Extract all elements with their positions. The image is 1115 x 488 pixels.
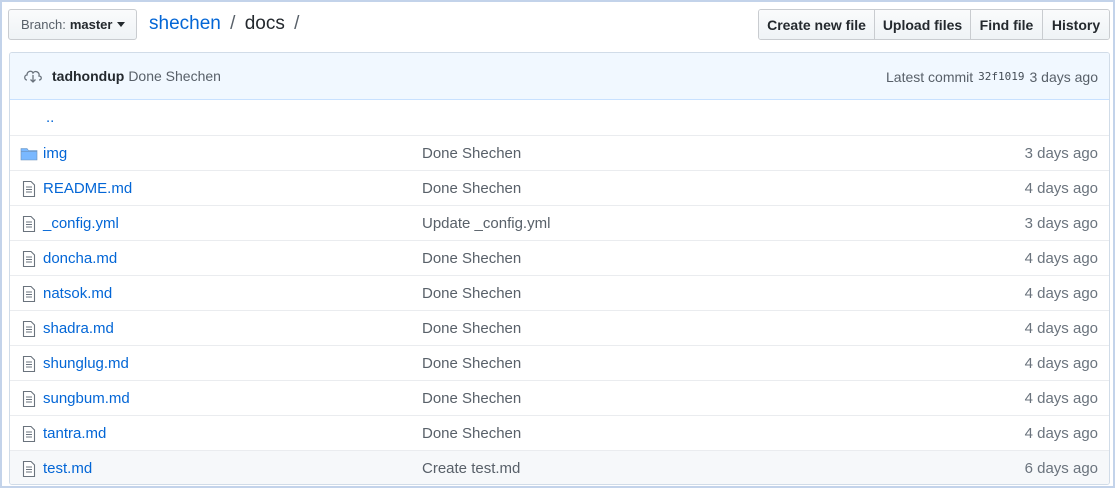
file-actions-group: Create new file Upload files Find file H…: [758, 9, 1110, 40]
parent-directory-link[interactable]: ..: [46, 109, 54, 126]
file-row[interactable]: sungbum.md Done Shechen 4 days ago: [10, 380, 1109, 415]
branch-select-button[interactable]: Branch: master: [8, 9, 137, 40]
file-commit-message-link[interactable]: Done Shechen: [422, 390, 521, 407]
file-name-link[interactable]: shadra.md: [43, 320, 114, 337]
file-text-icon: [20, 460, 38, 478]
page-frame: Branch: master shechen / docs / Create n…: [0, 0, 1115, 488]
breadcrumb-repo-link[interactable]: shechen: [149, 13, 221, 34]
file-name-link[interactable]: doncha.md: [43, 250, 117, 267]
file-text-icon: [20, 390, 38, 408]
file-row[interactable]: img Done Shechen 3 days ago: [10, 135, 1109, 170]
commit-sha-link[interactable]: 32f1019: [978, 70, 1024, 83]
file-table: tadhondup Done Shechen Latest commit 32f…: [9, 52, 1110, 485]
file-commit-message-link[interactable]: Done Shechen: [422, 320, 521, 337]
caret-down-icon: [117, 22, 126, 27]
file-commit-message-link[interactable]: Done Shechen: [422, 285, 521, 302]
file-row[interactable]: test.md Create test.md 6 days ago: [10, 450, 1109, 484]
file-text-icon: [20, 425, 38, 443]
history-button[interactable]: History: [1042, 10, 1109, 39]
file-name-link[interactable]: README.md: [43, 180, 132, 197]
file-commit-message-link[interactable]: Done Shechen: [422, 250, 521, 267]
file-name-link[interactable]: shunglug.md: [43, 355, 129, 372]
file-name-link[interactable]: tantra.md: [43, 425, 106, 442]
file-commit-message-link[interactable]: Done Shechen: [422, 145, 521, 162]
breadcrumb: shechen / docs /: [149, 12, 303, 36]
file-age: 3 days ago: [1024, 144, 1098, 162]
upload-files-button[interactable]: Upload files: [874, 10, 970, 39]
file-commit-message-link[interactable]: Done Shechen: [422, 425, 521, 442]
parent-directory-row[interactable]: ..: [10, 100, 1109, 135]
file-text-icon: [20, 250, 38, 268]
file-age: 3 days ago: [1024, 214, 1098, 232]
branch-label: Branch:: [21, 17, 66, 32]
file-name-link[interactable]: img: [43, 145, 67, 162]
file-row[interactable]: doncha.md Done Shechen 4 days ago: [10, 240, 1109, 275]
file-name-link[interactable]: sungbum.md: [43, 390, 130, 407]
breadcrumb-separator: /: [230, 13, 236, 34]
breadcrumb-current-folder: docs: [244, 13, 285, 34]
file-row[interactable]: shunglug.md Done Shechen 4 days ago: [10, 345, 1109, 380]
file-age: 4 days ago: [1024, 284, 1098, 302]
file-text-icon: [20, 355, 38, 373]
avatar-icon[interactable]: [22, 65, 44, 87]
find-file-button[interactable]: Find file: [970, 10, 1042, 39]
commit-message-link[interactable]: Done Shechen: [128, 68, 221, 84]
file-age: 4 days ago: [1024, 354, 1098, 372]
file-row[interactable]: _config.yml Update _config.yml 3 days ago: [10, 205, 1109, 240]
breadcrumb-separator: /: [294, 13, 300, 34]
file-age: 4 days ago: [1024, 424, 1098, 442]
file-row[interactable]: shadra.md Done Shechen 4 days ago: [10, 310, 1109, 345]
file-name-link[interactable]: natsok.md: [43, 285, 112, 302]
commit-author-link[interactable]: tadhondup: [52, 68, 124, 84]
latest-commit-info: Latest commit 32f1019 3 days ago: [886, 53, 1098, 100]
file-commit-message-link[interactable]: Done Shechen: [422, 355, 521, 372]
file-row[interactable]: tantra.md Done Shechen 4 days ago: [10, 415, 1109, 450]
file-commit-message-link[interactable]: Done Shechen: [422, 180, 521, 197]
commit-age: 3 days ago: [1029, 68, 1099, 85]
file-age: 6 days ago: [1024, 459, 1098, 477]
file-age: 4 days ago: [1024, 319, 1098, 337]
file-row[interactable]: README.md Done Shechen 4 days ago: [10, 170, 1109, 205]
latest-commit-label: Latest commit: [886, 68, 974, 85]
file-age: 4 days ago: [1024, 179, 1098, 197]
create-new-file-button[interactable]: Create new file: [759, 10, 874, 39]
file-text-icon: [20, 320, 38, 338]
file-text-icon: [20, 180, 38, 198]
folder-icon: [20, 145, 38, 163]
file-age: 4 days ago: [1024, 389, 1098, 407]
file-text-icon: [20, 215, 38, 233]
file-text-icon: [20, 285, 38, 303]
file-name-link[interactable]: test.md: [43, 460, 92, 477]
branch-value: master: [69, 17, 113, 32]
file-age: 4 days ago: [1024, 249, 1098, 267]
file-commit-message-link[interactable]: Create test.md: [422, 460, 520, 477]
file-name-link[interactable]: _config.yml: [43, 215, 119, 232]
file-commit-message-link[interactable]: Update _config.yml: [422, 215, 550, 232]
file-row[interactable]: natsok.md Done Shechen 4 days ago: [10, 275, 1109, 310]
latest-commit-bar: tadhondup Done Shechen Latest commit 32f…: [10, 53, 1109, 100]
